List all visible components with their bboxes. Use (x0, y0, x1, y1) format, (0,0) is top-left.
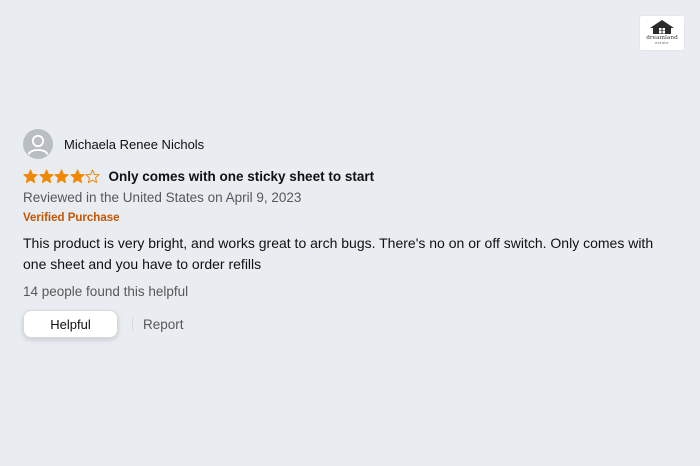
reviewer-name: Michaela Renee Nichols (64, 136, 205, 152)
customer-review: Michaela Renee Nichols Only comes with o… (23, 128, 683, 338)
star-filled-icon (23, 168, 38, 183)
review-body: This product is very bright, and works g… (23, 235, 654, 272)
helpful-count: 14 people found this helpful (23, 284, 189, 299)
verified-purchase-badge: Verified Purchase (23, 212, 120, 224)
star-empty-icon (85, 168, 100, 183)
house-icon (650, 20, 674, 34)
star-rating[interactable] (23, 168, 101, 184)
helpful-button[interactable]: Helpful (23, 310, 118, 338)
review-date: Reviewed in the United States on April 9… (23, 190, 302, 205)
star-filled-icon (69, 168, 85, 183)
report-link[interactable]: Report (143, 317, 184, 332)
brand-logo: dreamland estate (640, 16, 684, 50)
avatar (23, 129, 53, 159)
person-icon (27, 134, 49, 155)
star-filled-icon (54, 168, 69, 183)
star-filled-icon (38, 168, 54, 183)
action-divider (132, 317, 133, 331)
review-title[interactable]: Only comes with one sticky sheet to star… (109, 169, 375, 184)
logo-subtitle: estate (655, 41, 669, 45)
reviewer-profile[interactable]: Michaela Renee Nichols (23, 128, 683, 160)
